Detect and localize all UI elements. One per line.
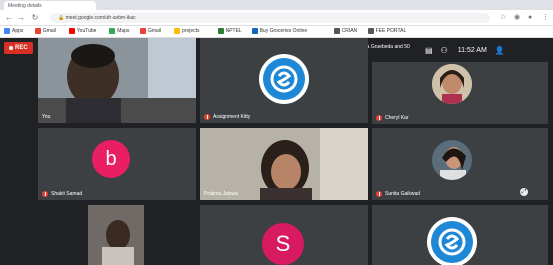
bookmark-item[interactable]: projects [174,28,200,34]
bookmark-label: Apps [12,28,24,34]
participant-tile[interactable]: Assignment Kitty [200,38,368,123]
bookmark-icon [367,28,374,34]
url-text: meet.google.com/ufr-avbm-ikac [65,15,136,21]
profile-photo [432,140,472,180]
bookmark-label: Gmail [42,28,56,34]
bookmark-item[interactable]: Gmail [34,28,56,34]
tile-name: Shakti Samad [42,191,82,197]
bookmark-item[interactable]: Buy Groceries Online [251,28,308,34]
bookmark-icon [140,28,146,34]
address-bar[interactable]: 🔒 meet.google.com/ufr-avbm-ikac [50,13,490,23]
bookmark-item[interactable]: FEE PORTAL [367,28,407,34]
mic-off-icon [42,191,48,197]
participant-tile[interactable]: S [200,205,368,265]
bookmark-icon [109,28,116,34]
bookmark-icon [68,28,75,34]
video-feed [38,38,196,123]
profile-photo [432,64,472,104]
tile-name: You [42,114,51,120]
bookmark-label: CRIAN [341,28,358,34]
avatar: S [262,223,304,265]
bookmark-icon [174,28,180,34]
lock-icon: 🔒 [58,15,65,21]
pin-icon[interactable]: ⤢ [520,188,528,196]
bookmark-label: Maps [117,28,130,34]
record-dot-icon [9,46,13,50]
reload-icon[interactable]: ↻ [30,13,40,23]
mic-off-icon [376,191,382,197]
browser-tab[interactable]: Meeting details [4,1,96,10]
browser-toolbar: ← → ↻ 🔒 meet.google.com/ufr-avbm-ikac ☆ … [0,10,553,26]
person-icon[interactable]: 👤 [495,46,505,55]
bookmark-icon [34,28,41,34]
video-feed [88,205,144,265]
participant-tile[interactable] [372,205,548,265]
bookmark-label: YouTube [76,28,97,34]
organization-logo [427,217,477,265]
extension-icon[interactable]: ◉ [514,13,520,23]
back-arrow-icon[interactable]: ← [4,13,14,23]
bookmarks-bar: Apps Gmail YouTube Maps Gmail projects NPTEL Bu… [0,26,553,38]
meeting-topbar: R Rucha Gruebeda and 50 more ▤ ⚇ 11:52 A… [340,40,553,60]
avatar: b [92,140,130,178]
bookmark-label: NPTEL [225,28,242,34]
mic-off-icon [204,114,210,120]
participant-tile[interactable]: Sunita Gaikwad ⤢ [372,128,548,200]
people-icon[interactable]: ⚇ [441,46,448,55]
logo-mark-icon [270,65,298,93]
bookmark-item[interactable]: Gmail [140,28,161,34]
profile-photo-image [432,64,472,104]
participant-tile[interactable]: Pratima Jaiswa [200,128,368,200]
bookmark-label: FEE PORTAL [375,28,407,34]
bookmark-item[interactable]: CRIAN [333,28,358,34]
bookmark-icon [251,28,258,34]
tile-name: Cheryl Kar [376,115,409,121]
profile-icon[interactable]: ● [528,13,532,23]
bookmark-icon [333,28,340,34]
tile-name: Assignment Kitty [204,114,250,120]
forward-arrow-icon[interactable]: → [16,13,26,23]
tile-name: Pratima Jaiswa [204,191,238,197]
participant-tile[interactable]: You [38,38,196,123]
logo-mark-icon [438,228,466,256]
menu-icon[interactable]: ⋮ [542,13,549,23]
mic-off-icon [376,115,382,121]
bookmark-item[interactable]: NPTEL [217,28,242,34]
recording-badge: REC [4,42,33,54]
participant-tile[interactable]: Cheryl Kar [372,62,548,124]
chat-icon[interactable]: ▤ [425,46,433,55]
star-icon[interactable]: ☆ [500,13,506,23]
bookmark-icon [4,28,10,34]
meeting-stage: R Rucha Gruebeda and 50 more ▤ ⚇ 11:52 A… [0,38,553,265]
bookmark-item[interactable]: Apps [4,28,23,34]
profile-photo-image [432,140,472,180]
browser-tabstrip: Meeting details [0,0,553,10]
bookmark-label: Buy Groceries Online [259,28,308,34]
bookmark-label: projects [182,28,200,34]
screen: Meeting details ← → ↻ 🔒 meet.google.com/… [0,0,553,265]
tile-name: Sunita Gaikwad [376,191,420,197]
bookmark-label: Gmail [148,28,162,34]
bookmark-item[interactable]: YouTube [68,28,97,34]
clock: 11:52 AM [457,46,487,54]
video-feed [200,128,368,200]
participant-tile[interactable]: b Shakti Samad [38,128,196,200]
bookmark-icon [217,28,224,34]
organization-logo [259,54,309,104]
bookmark-item[interactable]: Maps [109,28,129,34]
participant-tile[interactable] [88,205,144,265]
